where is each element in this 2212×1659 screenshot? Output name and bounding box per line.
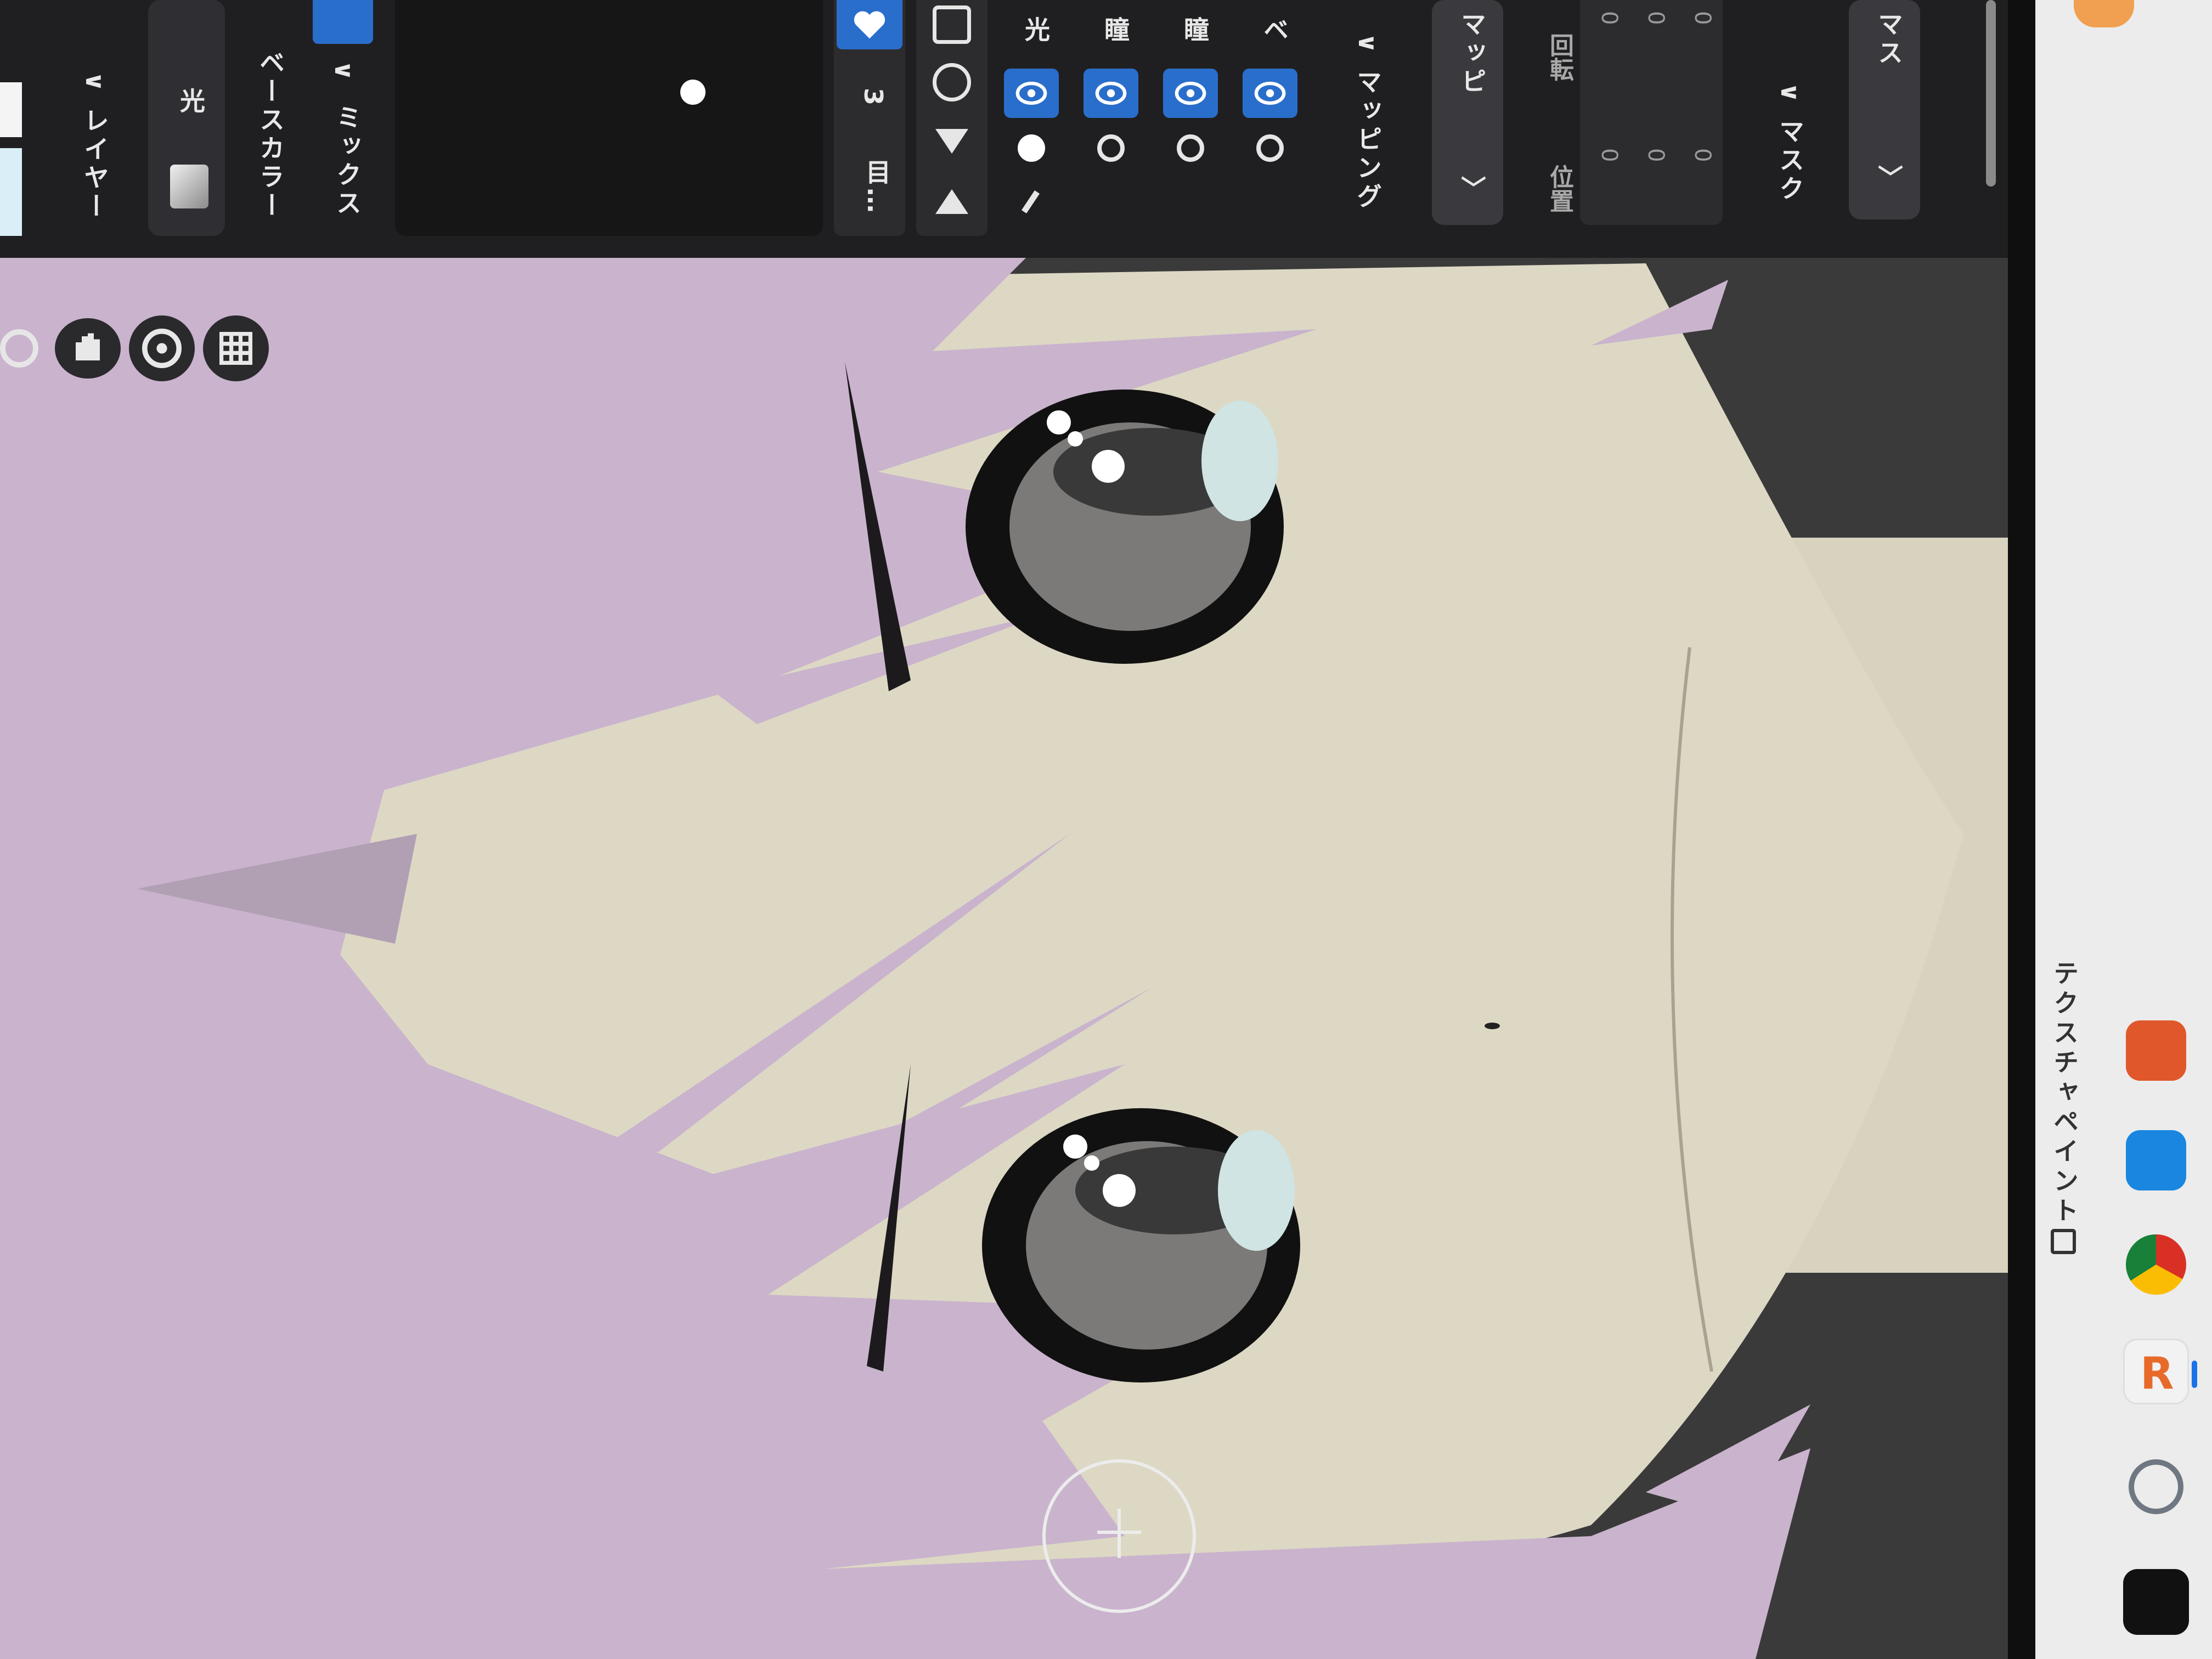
brush-cursor-crosshair-v [1118, 1509, 1121, 1558]
lower-eye [982, 1108, 1300, 1383]
chrome-icon[interactable] [2126, 1234, 2186, 1295]
position-value[interactable]: 0 [1643, 148, 1668, 162]
eye-icon[interactable] [1243, 69, 1297, 118]
mask-header[interactable]: ∨ マスマスク [1772, 82, 1808, 204]
orbit-icon[interactable] [129, 315, 195, 381]
mask-button[interactable]: マス 〉 [1849, 0, 1920, 219]
chevron-down-icon: ∨ [1775, 82, 1805, 119]
heart-icon[interactable] [837, 0, 902, 49]
rotation-value[interactable]: 0 [1596, 11, 1622, 25]
layer-row-label: 瞳 [1101, 16, 1130, 45]
layer-row[interactable]: 瞳 [1075, 0, 1147, 236]
brush-icon[interactable] [1015, 181, 1048, 219]
triangle-icon[interactable] [935, 189, 968, 214]
layer-row[interactable]: ベ [1234, 0, 1306, 236]
render-app-glyph: R [2140, 1348, 2174, 1399]
radio-filled[interactable] [1018, 134, 1045, 162]
app-top-icon[interactable] [2074, 0, 2134, 27]
lock-icon[interactable] [933, 5, 971, 44]
chevron-down-icon: ∨ [80, 71, 110, 108]
position-value[interactable]: 0 [1596, 148, 1622, 162]
layer-tools-column [916, 0, 988, 236]
character-render [0, 241, 2008, 1659]
mix-dropdown[interactable]: ∨ ミックス [307, 0, 384, 236]
eye-icon[interactable] [1163, 69, 1218, 118]
eye-icon[interactable] [1004, 69, 1059, 118]
base-color-label: ベースカラー [256, 49, 285, 221]
color-picker-dot[interactable] [680, 80, 706, 105]
kiro-app-icon[interactable] [2126, 1130, 2186, 1190]
layer-row-label: 瞳 [1180, 16, 1210, 45]
monitor-bezel [2008, 0, 2035, 1659]
upper-eye [966, 390, 1284, 664]
layer-count-box[interactable]: 3 目… [834, 0, 905, 236]
triangle-icon[interactable] [935, 129, 968, 154]
properties-panel: ∨ レイヤー 光 ベースカラー ∨ ミックス 3 目… 光 瞳 瞳 ベ ∨ マッ… [0, 0, 2008, 258]
layer-stack-icon [170, 165, 208, 208]
chevron-down-icon: ∨ [329, 60, 359, 84]
chevron-right-icon: 〉 [1457, 176, 1487, 204]
active-indicator [2192, 1361, 2197, 1388]
camera-app-icon[interactable] [2123, 1569, 2189, 1635]
mix-label: ミックス [332, 104, 362, 218]
active-layer-label: 光 [176, 88, 206, 116]
color-swatch-white[interactable] [0, 82, 22, 137]
layer-row[interactable]: 瞳 [1155, 0, 1226, 236]
position-label: 位置 [1545, 165, 1573, 213]
rotation-value[interactable]: 0 [1643, 11, 1668, 25]
render-app-icon[interactable]: R [2123, 1339, 2189, 1404]
radio-empty[interactable] [1097, 134, 1125, 162]
powerpoint-icon[interactable] [2126, 1020, 2186, 1081]
radio-empty[interactable] [1177, 134, 1204, 162]
layer-row-label: ベ [1260, 16, 1289, 45]
taskbar-app-title: テクスチャペイント [2041, 933, 2085, 1273]
hand-pan-icon[interactable] [55, 318, 121, 379]
active-layer-chip[interactable]: 光 [148, 0, 225, 236]
mapping-header[interactable]: ∨ マッピング [1350, 33, 1386, 211]
window-icon [2051, 1229, 2076, 1254]
panel-scrollbar[interactable] [1986, 0, 1996, 187]
mapping-button[interactable]: マッピ 〉 [1432, 0, 1503, 225]
chevron-down-icon: ∨ [1353, 33, 1383, 69]
eye-icon[interactable] [933, 63, 971, 101]
zoom-icon[interactable] [0, 329, 38, 368]
layer-row-label: 光 [1021, 16, 1051, 45]
grid-icon[interactable] [203, 315, 269, 381]
mask-button-label: マス [1874, 11, 1904, 68]
rotation-value[interactable]: 0 [1690, 11, 1715, 25]
chevron-right-icon: 〉 [1874, 165, 1904, 193]
eye-icon[interactable] [1084, 69, 1138, 118]
rotation-label: 回転 [1545, 33, 1573, 81]
list-truncated-label: 目… [862, 159, 891, 216]
layers-header[interactable]: ∨ レイヤー [77, 71, 113, 221]
radio-empty[interactable] [1256, 134, 1284, 162]
position-value[interactable]: 0 [1690, 148, 1715, 162]
color-preview[interactable] [395, 0, 823, 236]
viewport[interactable] [0, 241, 2008, 1659]
app-label: テクスチャペイント [2050, 960, 2079, 1227]
layer-row[interactable]: 光 [996, 0, 1067, 236]
link-app-icon[interactable] [2129, 1459, 2183, 1514]
transform-values-box[interactable]: 0 0 0 0 0 0 [1580, 0, 1723, 225]
layer-count-value: 3 [859, 88, 888, 109]
mapping-button-label: マッピ [1457, 11, 1487, 97]
mix-selection-highlight [313, 0, 373, 44]
color-swatch-light-blue[interactable] [0, 148, 22, 236]
taskbar: テクスチャペイント R [2035, 0, 2212, 1659]
